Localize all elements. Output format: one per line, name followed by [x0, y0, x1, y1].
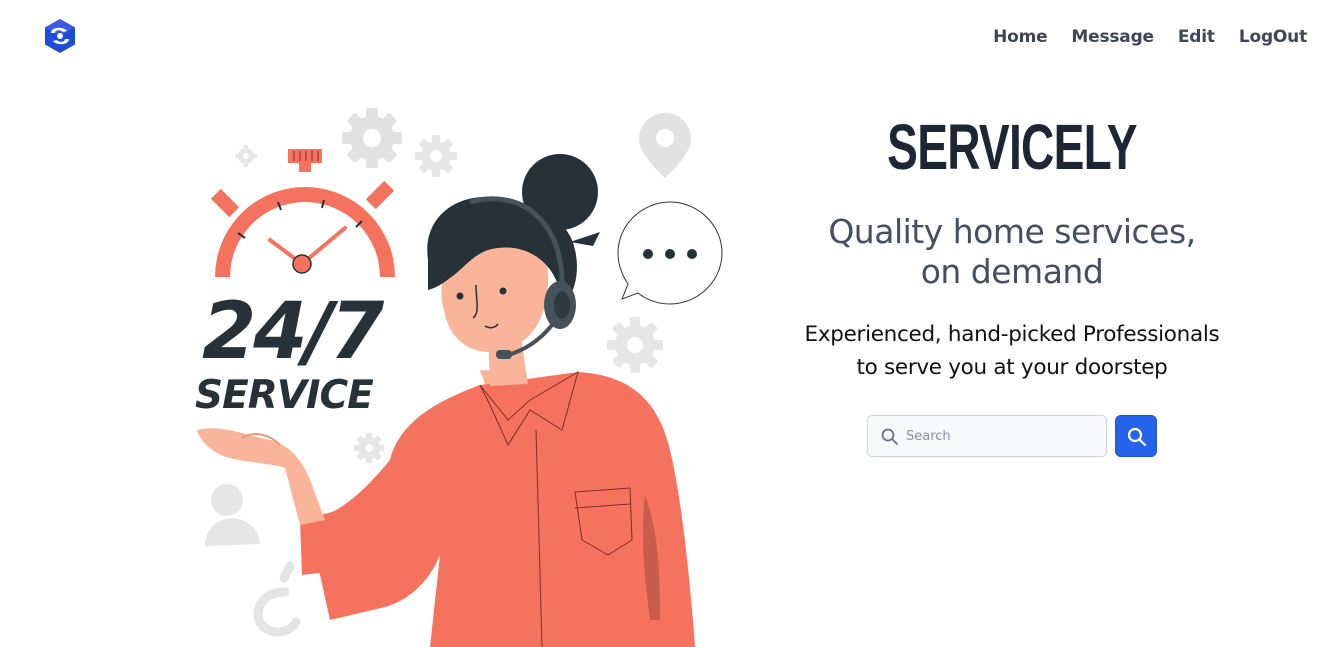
- search-button[interactable]: [1115, 415, 1157, 457]
- nav-home-link[interactable]: Home: [993, 27, 1048, 47]
- speech-bubble-icon: [617, 201, 723, 305]
- brand-title: SERVICELY: [887, 111, 1137, 183]
- hero-section: SERVICELY Quality home services, on dema…: [780, 112, 1244, 384]
- search-bar: [867, 415, 1157, 457]
- stopwatch-icon: [210, 149, 395, 277]
- user-silhouette-icon: [205, 484, 260, 546]
- hero-tagline: Quality home services, on demand: [780, 212, 1244, 292]
- search-input[interactable]: [906, 416, 1102, 456]
- navbar: Home Message Edit LogOut: [0, 0, 1332, 76]
- gear-icon: [607, 317, 663, 373]
- gear-icon: [415, 135, 457, 177]
- map-pin-icon: [639, 113, 691, 178]
- gear-icon: [235, 145, 257, 167]
- nav-edit-link[interactable]: Edit: [1178, 27, 1215, 47]
- gear-icon: [354, 433, 384, 463]
- nav-message-link[interactable]: Message: [1071, 27, 1154, 47]
- servicely-logo-icon[interactable]: [42, 18, 78, 54]
- hero-subline-line2: to serve you at your doorstep: [856, 355, 1168, 380]
- search-icon: [880, 427, 900, 447]
- nav-links: Home Message Edit LogOut: [993, 27, 1307, 47]
- question-mark-icon: [253, 561, 301, 637]
- hero-subline: Experienced, hand-picked Professionals t…: [780, 318, 1244, 384]
- gear-icon: [342, 108, 402, 168]
- illustration-headline-number: 24/7: [202, 287, 385, 377]
- support-agent-illustration: 24/7 SERVICE: [190, 100, 730, 647]
- search-icon: [1127, 427, 1147, 447]
- hero-subline-line1: Experienced, hand-picked Professionals: [804, 322, 1220, 347]
- hero-tagline-line2: on demand: [920, 252, 1104, 291]
- illustration-headline-word: SERVICE: [195, 373, 374, 418]
- hero-tagline-line1: Quality home services,: [828, 212, 1196, 251]
- search-field[interactable]: [867, 415, 1107, 457]
- nav-logout-link[interactable]: LogOut: [1239, 27, 1307, 47]
